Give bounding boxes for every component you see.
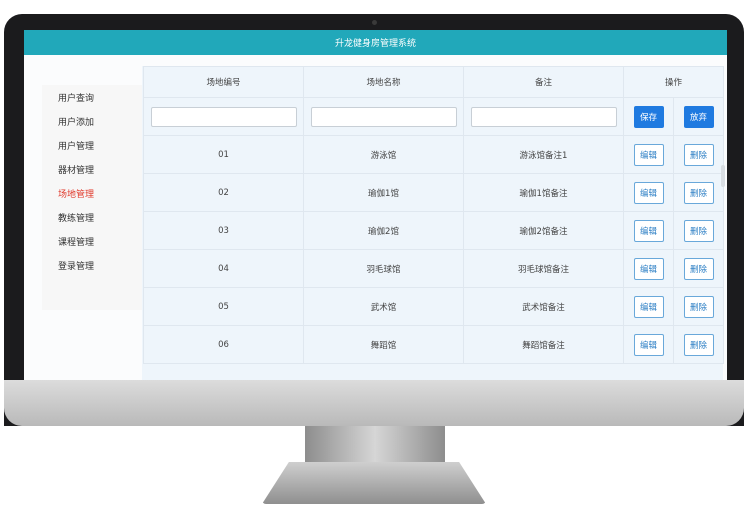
delete-button[interactable]: 删除 — [683, 333, 714, 356]
venue-note-cell: 瑜伽2馆备注 — [463, 211, 624, 250]
venue-name-cell: 舞蹈馆 — [303, 325, 464, 364]
scrollbar-handle[interactable] — [721, 165, 725, 187]
delete-button[interactable]: 删除 — [683, 181, 714, 204]
app-screen: 升龙健身房管理系统 用户查询 用户添加 用户管理 器材管理 场地管理 教练管理 … — [24, 30, 727, 380]
delete-button[interactable]: 删除 — [683, 219, 714, 242]
app-title: 升龙健身房管理系统 — [334, 39, 416, 49]
sidebar-item-label: 用户查询 — [58, 93, 95, 104]
table-row: 05 武术馆 武术馆备注 编辑 删除 — [143, 287, 725, 326]
venue-name-cell: 瑜伽2馆 — [303, 211, 464, 250]
sidebar-item-label: 用户管理 — [58, 141, 95, 152]
save-button[interactable]: 保存 — [633, 105, 664, 128]
discard-button[interactable]: 放弃 — [683, 105, 714, 128]
venue-table-panel: 场地编号 场地名称 备注 操作 保存 放弃 01 游泳馆 游泳馆备注1 编辑 删… — [142, 66, 725, 380]
venue-id-cell: 04 — [143, 249, 304, 288]
monitor-stand-base — [262, 462, 486, 504]
venue-name-cell: 游泳馆 — [303, 135, 464, 174]
sidebar-item-user-query[interactable]: 用户查询 — [42, 85, 152, 109]
venue-id-cell: 01 — [143, 135, 304, 174]
app-header: 升龙健身房管理系统 — [24, 30, 727, 55]
venue-note-input[interactable] — [470, 106, 617, 127]
table-header-row: 场地编号 场地名称 备注 操作 — [143, 66, 725, 98]
sidebar-menu: 用户查询 用户添加 用户管理 器材管理 场地管理 教练管理 课程管理 登录管理 — [42, 85, 152, 310]
venue-id-cell: 06 — [143, 325, 304, 364]
column-header-venue-id: 场地编号 — [143, 66, 304, 98]
table-row: 01 游泳馆 游泳馆备注1 编辑 删除 — [143, 135, 725, 174]
sidebar-item-equipment[interactable]: 器材管理 — [42, 157, 152, 181]
column-header-note: 备注 — [463, 66, 624, 98]
edit-button[interactable]: 编辑 — [633, 257, 664, 280]
table-row: 04 羽毛球馆 羽毛球馆备注 编辑 删除 — [143, 249, 725, 288]
sidebar-item-user-manage[interactable]: 用户管理 — [42, 133, 152, 157]
venue-name-cell: 羽毛球馆 — [303, 249, 464, 288]
venue-id-input[interactable] — [150, 106, 297, 127]
column-header-venue-name: 场地名称 — [303, 66, 464, 98]
edit-button[interactable]: 编辑 — [633, 181, 664, 204]
camera-icon — [372, 20, 377, 25]
venue-id-cell: 05 — [143, 287, 304, 326]
sidebar-item-user-add[interactable]: 用户添加 — [42, 109, 152, 133]
edit-button[interactable]: 编辑 — [633, 143, 664, 166]
venue-id-cell: 03 — [143, 211, 304, 250]
sidebar-item-label: 用户添加 — [58, 117, 95, 128]
sidebar-item-label: 登录管理 — [58, 261, 95, 272]
table-row: 03 瑜伽2馆 瑜伽2馆备注 编辑 删除 — [143, 211, 725, 250]
edit-button[interactable]: 编辑 — [633, 333, 664, 356]
sidebar-item-label: 器材管理 — [58, 165, 95, 176]
venue-id-cell: 02 — [143, 173, 304, 212]
venue-name-cell: 武术馆 — [303, 287, 464, 326]
table-row: 06 舞蹈馆 舞蹈馆备注 编辑 删除 — [143, 325, 725, 364]
venue-note-cell: 游泳馆备注1 — [463, 135, 624, 174]
edit-button[interactable]: 编辑 — [633, 219, 664, 242]
monitor-chin — [4, 380, 744, 426]
sidebar-item-login[interactable]: 登录管理 — [42, 253, 152, 277]
venue-note-cell: 羽毛球馆备注 — [463, 249, 624, 288]
sidebar-item-label: 教练管理 — [58, 213, 95, 224]
sidebar-item-label: 场地管理 — [58, 189, 95, 200]
sidebar-item-course[interactable]: 课程管理 — [42, 229, 152, 253]
venue-note-cell: 瑜伽1馆备注 — [463, 173, 624, 212]
monitor-stand-neck — [305, 426, 445, 464]
venue-note-cell: 舞蹈馆备注 — [463, 325, 624, 364]
sidebar-item-venue[interactable]: 场地管理 — [42, 181, 152, 205]
venue-name-input[interactable] — [310, 106, 457, 127]
sidebar-item-label: 课程管理 — [58, 237, 95, 248]
edit-button[interactable]: 编辑 — [633, 295, 664, 318]
table-row: 02 瑜伽1馆 瑜伽1馆备注 编辑 删除 — [143, 173, 725, 212]
column-header-actions: 操作 — [622, 66, 725, 98]
new-venue-input-row: 保存 放弃 — [143, 97, 725, 136]
venue-name-cell: 瑜伽1馆 — [303, 173, 464, 212]
venue-note-cell: 武术馆备注 — [463, 287, 624, 326]
delete-button[interactable]: 删除 — [683, 143, 714, 166]
sidebar-item-coach[interactable]: 教练管理 — [42, 205, 152, 229]
delete-button[interactable]: 删除 — [683, 295, 714, 318]
venue-table: 场地编号 场地名称 备注 操作 保存 放弃 01 游泳馆 游泳馆备注1 编辑 删… — [143, 66, 725, 364]
delete-button[interactable]: 删除 — [683, 257, 714, 280]
